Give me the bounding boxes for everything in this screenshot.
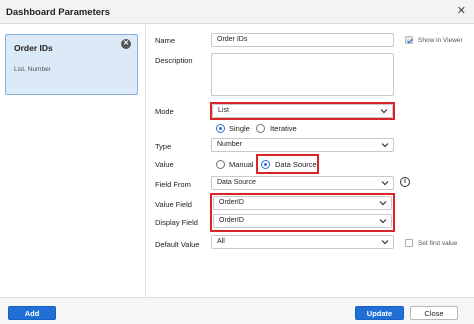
check-icon (407, 38, 413, 44)
parameter-meta: List, Number (14, 66, 51, 73)
mode-single-radio[interactable] (216, 124, 225, 133)
parameter-name: Order IDs (14, 43, 53, 53)
mode-single-label: Single (229, 124, 250, 133)
dialog-titlebar: Dashboard Parameters ✕ (0, 0, 474, 24)
add-button[interactable]: Add (8, 306, 56, 320)
field-from-label: Field From (155, 180, 191, 189)
close-button[interactable]: Close (410, 306, 458, 320)
field-from-select[interactable]: Data Source (211, 176, 394, 190)
update-button[interactable]: Update (355, 306, 404, 320)
remove-parameter-icon[interactable]: ✕ (121, 39, 131, 49)
chevron-down-icon (381, 240, 389, 245)
dialog-title: Dashboard Parameters (6, 7, 111, 18)
parameter-list: Order IDs ✕ List, Number (0, 25, 146, 297)
value-label: Value (155, 160, 174, 169)
field-from-select-value: Data Source (217, 179, 256, 186)
show-in-viewer-label: Show in Viewer (418, 37, 463, 44)
set-first-value-checkbox[interactable] (405, 239, 413, 247)
mode-label: Mode (155, 107, 174, 116)
type-label: Type (155, 142, 172, 151)
show-in-viewer-checkbox[interactable] (405, 36, 413, 44)
description-textarea[interactable] (211, 53, 394, 96)
value-manual-label: Manual (229, 160, 254, 169)
set-first-value-label: Set first value (418, 240, 458, 247)
data-source-highlight (256, 154, 319, 174)
type-select[interactable]: Number (211, 138, 394, 152)
default-value-select-value: All (217, 238, 225, 245)
name-input[interactable]: Order IDs (211, 33, 394, 47)
chevron-down-icon (381, 143, 389, 148)
default-value-select[interactable]: All (211, 235, 394, 249)
dialog-footer: Add Update Close (0, 297, 474, 324)
fields-highlight (210, 193, 395, 232)
chevron-down-icon (381, 181, 389, 186)
mode-iterative-radio[interactable] (256, 124, 265, 133)
value-field-label: Value Field (155, 200, 192, 209)
type-select-value: Number (217, 141, 242, 148)
description-label: Description (155, 56, 193, 65)
default-value-label: Default Value (155, 240, 200, 249)
name-label: Name (155, 36, 176, 45)
mode-iterative-label: Iterative (270, 124, 297, 133)
value-manual-radio[interactable] (216, 160, 225, 169)
mode-highlight (210, 102, 395, 120)
parameter-item-order-ids[interactable]: Order IDs ✕ List, Number (5, 34, 138, 95)
display-field-label: Display Field (155, 218, 198, 227)
info-icon[interactable]: i (400, 177, 410, 187)
close-icon[interactable]: ✕ (457, 5, 466, 17)
name-input-value: Order IDs (217, 36, 248, 43)
